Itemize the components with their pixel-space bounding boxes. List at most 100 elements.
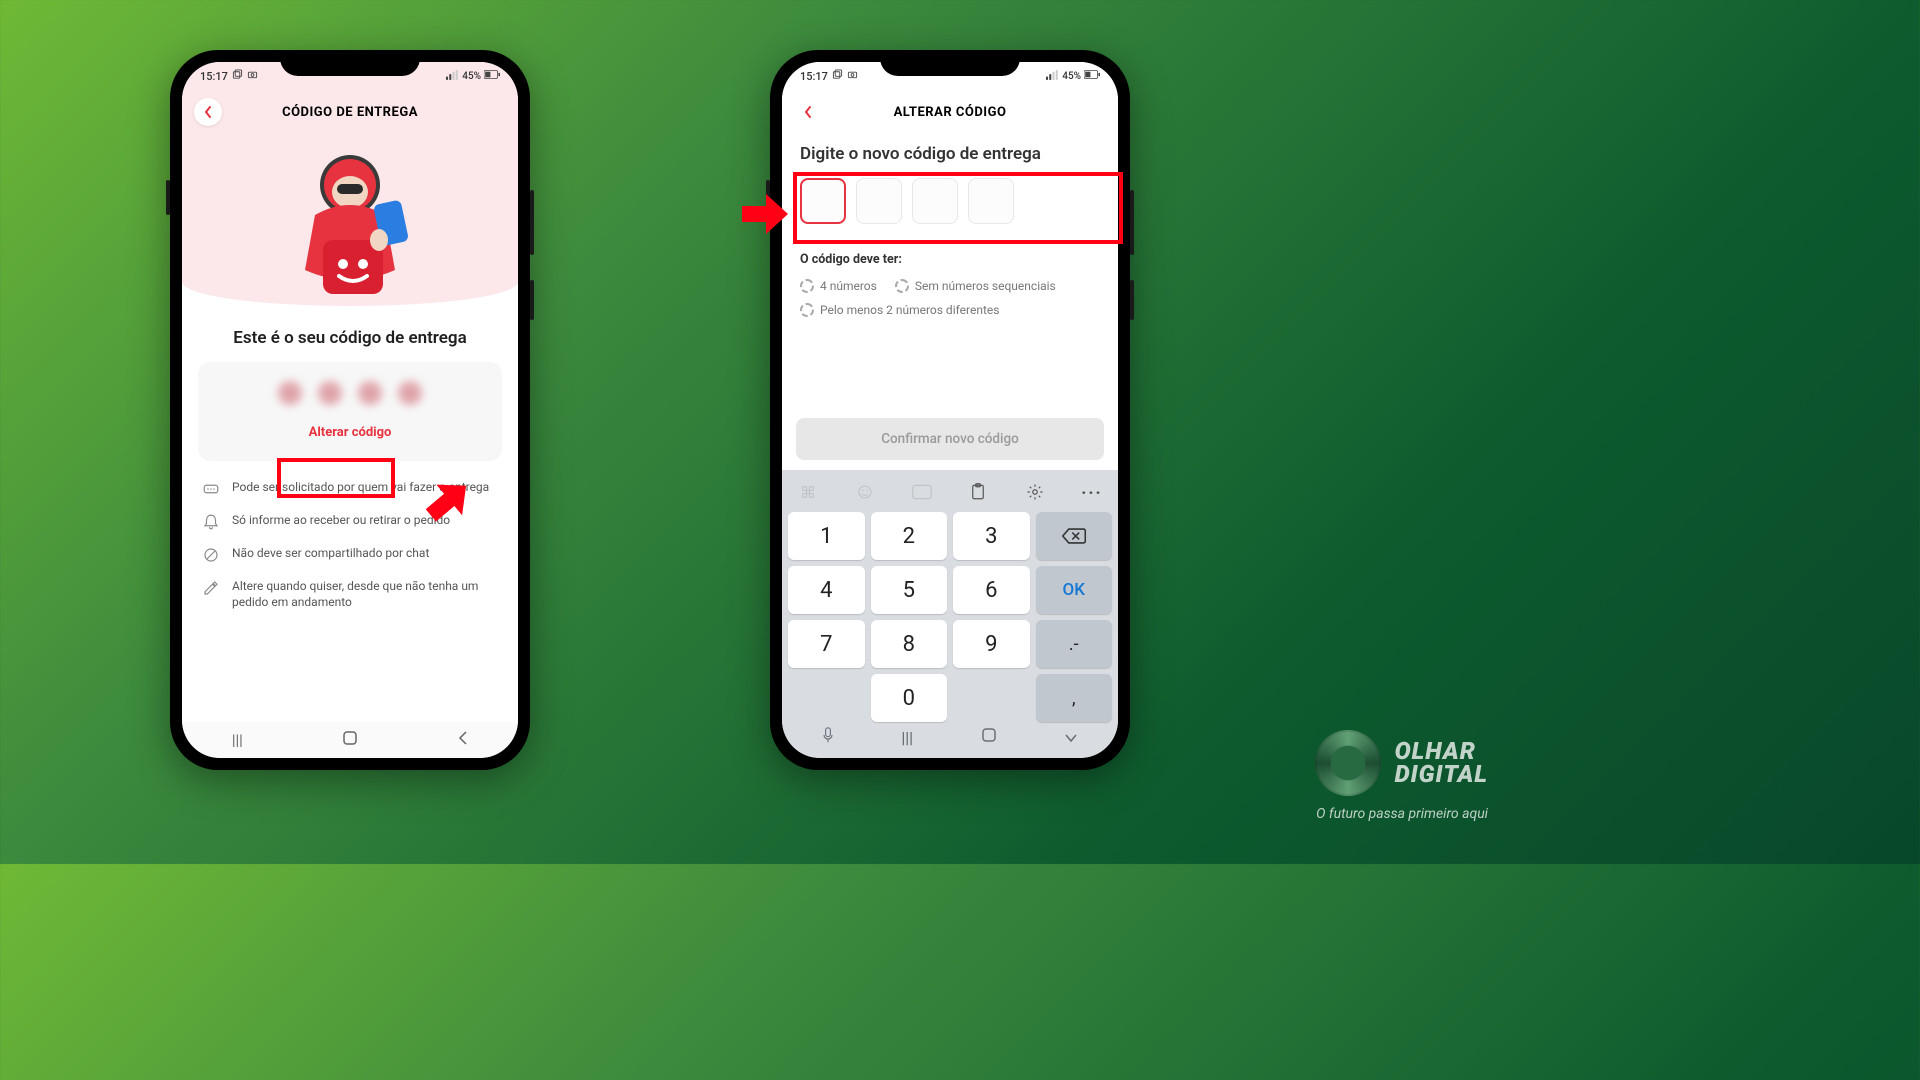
phone-notch <box>280 50 420 76</box>
app-header: CÓDIGO DE ENTREGA <box>182 90 518 134</box>
more-icon[interactable]: ··· <box>1080 480 1104 504</box>
signal-icon <box>1046 70 1059 83</box>
main-title: Digite o novo código de entrega <box>800 144 1100 164</box>
chevron-left-icon <box>204 106 212 118</box>
info-text: Altere quando quiser, desde que não tenh… <box>232 578 498 610</box>
key-5[interactable]: 5 <box>871 566 948 614</box>
annotation-highlight-box <box>793 172 1123 244</box>
battery-icon <box>1084 70 1100 82</box>
volume-button <box>530 190 534 255</box>
signal-icon <box>446 70 459 83</box>
main-title: Este é o seu código de entrega <box>202 328 498 348</box>
keyboard-toolbar: ··· <box>788 476 1112 512</box>
battery-text: 45% <box>462 71 481 82</box>
code-card: Alterar código <box>198 362 502 461</box>
key-1[interactable]: 1 <box>788 512 865 560</box>
hide-keyboard-button[interactable] <box>1064 728 1078 747</box>
hero-illustration <box>182 134 518 306</box>
images-icon <box>232 69 243 83</box>
empty-key <box>788 674 865 722</box>
unchecked-icon <box>800 279 814 293</box>
back-nav-button[interactable] <box>458 731 468 749</box>
header-title: CÓDIGO DE ENTREGA <box>282 105 418 120</box>
keypad-grid: 1 2 3 4 5 6 OK 7 8 9 .- 0 <box>788 512 1112 722</box>
info-text: Só informe ao receber ou retirar o pedid… <box>232 512 450 528</box>
key-8[interactable]: 8 <box>871 620 948 668</box>
brand-tagline: O futuro passa primeiro aqui <box>1316 806 1488 822</box>
block-icon <box>202 546 220 564</box>
recent-apps-button[interactable]: ||| <box>232 731 243 749</box>
content-left: Este é o seu código de entrega Alterar c… <box>182 134 518 722</box>
camera-icon <box>247 69 258 83</box>
brand-logo: OLHAR DIGITAL <box>1315 730 1488 796</box>
code-digit-blur <box>357 380 383 406</box>
backspace-icon <box>1061 527 1087 545</box>
key-6[interactable]: 6 <box>953 566 1030 614</box>
rule-item: Sem números sequenciais <box>895 279 1056 293</box>
back-button[interactable] <box>794 98 822 126</box>
rule-text: Pelo menos 2 números diferentes <box>820 303 999 317</box>
header-title: ALTERAR CÓDIGO <box>894 105 1007 120</box>
brand-line2: DIGITAL <box>1395 763 1488 786</box>
mic-icon[interactable] <box>822 727 834 747</box>
clipboard-icon[interactable] <box>966 480 990 504</box>
screen-right: 15:17 45% ALTERAR CÓDIGO Digite o novo c… <box>782 62 1118 758</box>
punct-key[interactable]: .- <box>1036 620 1113 668</box>
emoji-icon[interactable] <box>853 480 877 504</box>
empty-key <box>953 674 1030 722</box>
puzzle-icon[interactable] <box>796 480 820 504</box>
rule-list: 4 números Sem números sequenciais Pelo m… <box>800 279 1100 317</box>
rule-text: Sem números sequenciais <box>915 279 1056 293</box>
status-time: 15:17 <box>200 70 228 83</box>
status-time: 15:17 <box>800 70 828 83</box>
key-3[interactable]: 3 <box>953 512 1030 560</box>
battery-icon <box>484 70 500 82</box>
bell-icon <box>202 513 220 531</box>
pencil-icon <box>202 579 220 597</box>
key-9[interactable]: 9 <box>953 620 1030 668</box>
confirm-button[interactable]: Confirmar novo código <box>796 418 1104 460</box>
screen-left: 15:17 45% CÓDIGO <box>182 62 518 758</box>
key-0[interactable]: 0 <box>871 674 948 722</box>
rule-item: Pelo menos 2 números diferentes <box>800 303 999 317</box>
side-button <box>166 180 170 215</box>
images-icon <box>832 69 843 83</box>
gear-icon[interactable] <box>1023 480 1047 504</box>
unchecked-icon <box>895 279 909 293</box>
phone-right: 15:17 45% ALTERAR CÓDIGO Digite o novo c… <box>770 50 1130 770</box>
back-button[interactable] <box>194 98 222 126</box>
camera-icon <box>847 69 858 83</box>
app-header: ALTERAR CÓDIGO <box>782 90 1118 134</box>
keypad-icon <box>202 480 220 498</box>
phone-notch <box>880 50 1020 76</box>
code-digit-blur <box>317 380 343 406</box>
power-button <box>1130 280 1134 320</box>
ok-key[interactable]: OK <box>1036 566 1113 614</box>
battery-text: 45% <box>1062 71 1081 82</box>
volume-button <box>1130 190 1134 255</box>
code-digit-blur <box>277 380 303 406</box>
delivery-person-icon <box>275 140 425 300</box>
info-item: Não deve ser compartilhado por chat <box>202 545 498 564</box>
key-7[interactable]: 7 <box>788 620 865 668</box>
backspace-key[interactable] <box>1036 512 1113 560</box>
annotation-highlight-box <box>277 458 395 498</box>
chevron-left-icon <box>804 106 812 118</box>
key-4[interactable]: 4 <box>788 566 865 614</box>
comma-key[interactable]: , <box>1036 674 1113 722</box>
home-button[interactable] <box>342 730 358 750</box>
unchecked-icon <box>800 303 814 317</box>
rule-item: 4 números <box>800 279 877 293</box>
info-text: Não deve ser compartilhado por chat <box>232 545 429 561</box>
power-button <box>530 280 534 320</box>
brand-ring-icon <box>1315 730 1381 796</box>
info-item: Altere quando quiser, desde que não tenh… <box>202 578 498 610</box>
code-digit-blur <box>397 380 423 406</box>
key-2[interactable]: 2 <box>871 512 948 560</box>
phone-left: 15:17 45% CÓDIGO <box>170 50 530 770</box>
recent-apps-button[interactable]: ||| <box>901 728 913 747</box>
gif-icon[interactable] <box>910 480 934 504</box>
numeric-keyboard: ··· 1 2 3 4 5 6 OK 7 8 9 .- <box>782 470 1118 758</box>
alterar-codigo-button[interactable]: Alterar código <box>295 418 406 447</box>
home-button[interactable] <box>981 727 997 747</box>
